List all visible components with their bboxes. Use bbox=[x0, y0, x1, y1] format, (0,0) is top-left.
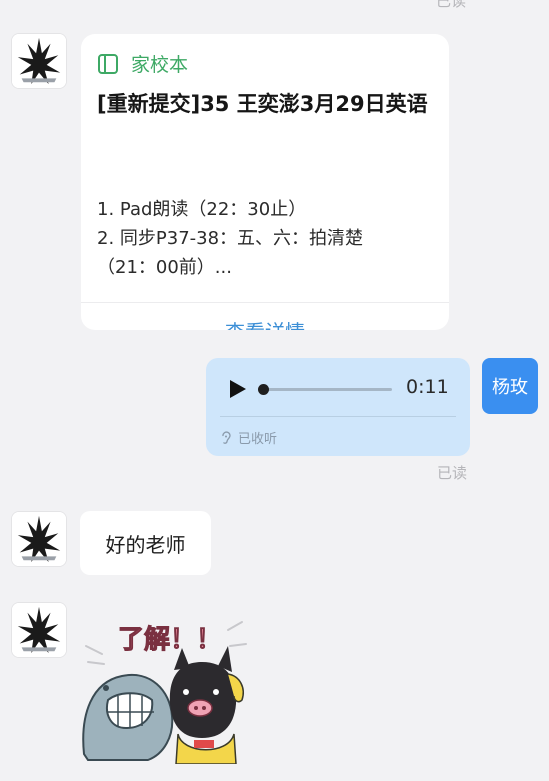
card-title: [重新提交]35 王奕澎3月29日英语 bbox=[97, 92, 428, 116]
play-icon bbox=[230, 380, 246, 398]
play-button[interactable] bbox=[226, 378, 248, 400]
message-text: 好的老师 bbox=[105, 532, 186, 557]
teacher-avatar[interactable] bbox=[11, 602, 67, 658]
voice-status: 已收听 bbox=[220, 428, 277, 447]
sticker-text: 了解！！ bbox=[118, 625, 222, 655]
voice-divider bbox=[220, 416, 456, 417]
teacher-avatar[interactable] bbox=[11, 33, 67, 89]
ear-icon bbox=[222, 430, 231, 444]
voice-message[interactable]: 0:11 已收听 bbox=[206, 358, 470, 456]
understood-sticker-icon: 了解！！ bbox=[82, 621, 247, 764]
ink-splash-icon bbox=[12, 512, 66, 566]
card-divider bbox=[81, 302, 449, 303]
card-header: 家校本 bbox=[97, 50, 188, 77]
voice-progress-knob[interactable] bbox=[258, 384, 269, 395]
ink-splash-icon bbox=[12, 34, 66, 88]
text-message-bubble[interactable]: 好的老师 bbox=[80, 511, 211, 575]
voice-duration: 0:11 bbox=[406, 376, 449, 398]
view-details-link[interactable]: 查看详情 bbox=[81, 316, 449, 330]
card-line: （21：00前）... bbox=[97, 257, 232, 278]
read-receipt: 已读 bbox=[437, 464, 468, 482]
card-app-name: 家校本 bbox=[131, 54, 189, 76]
card-body: 1. Pad朗读（22：30止） 2. 同步P37-38：五、六：拍清楚 （21… bbox=[97, 195, 437, 282]
sender-avatar[interactable]: 杨玫 bbox=[482, 358, 538, 414]
voice-progress-track[interactable] bbox=[258, 384, 392, 395]
homework-card[interactable]: 家校本 [重新提交]35 王奕澎3月29日英语 1. Pad朗读（22：30止）… bbox=[81, 34, 449, 330]
voice-status-text: 已收听 bbox=[238, 432, 278, 447]
top-read-label: 已读 bbox=[436, 0, 467, 10]
sticker-message[interactable]: 了解！！ bbox=[78, 604, 248, 764]
ink-splash-icon bbox=[12, 603, 66, 657]
teacher-avatar[interactable] bbox=[11, 511, 67, 567]
notebook-icon bbox=[98, 53, 118, 74]
card-line: 1. Pad朗读（22：30止） bbox=[97, 199, 307, 220]
card-line: 2. 同步P37-38：五、六：拍清楚 bbox=[97, 228, 364, 249]
